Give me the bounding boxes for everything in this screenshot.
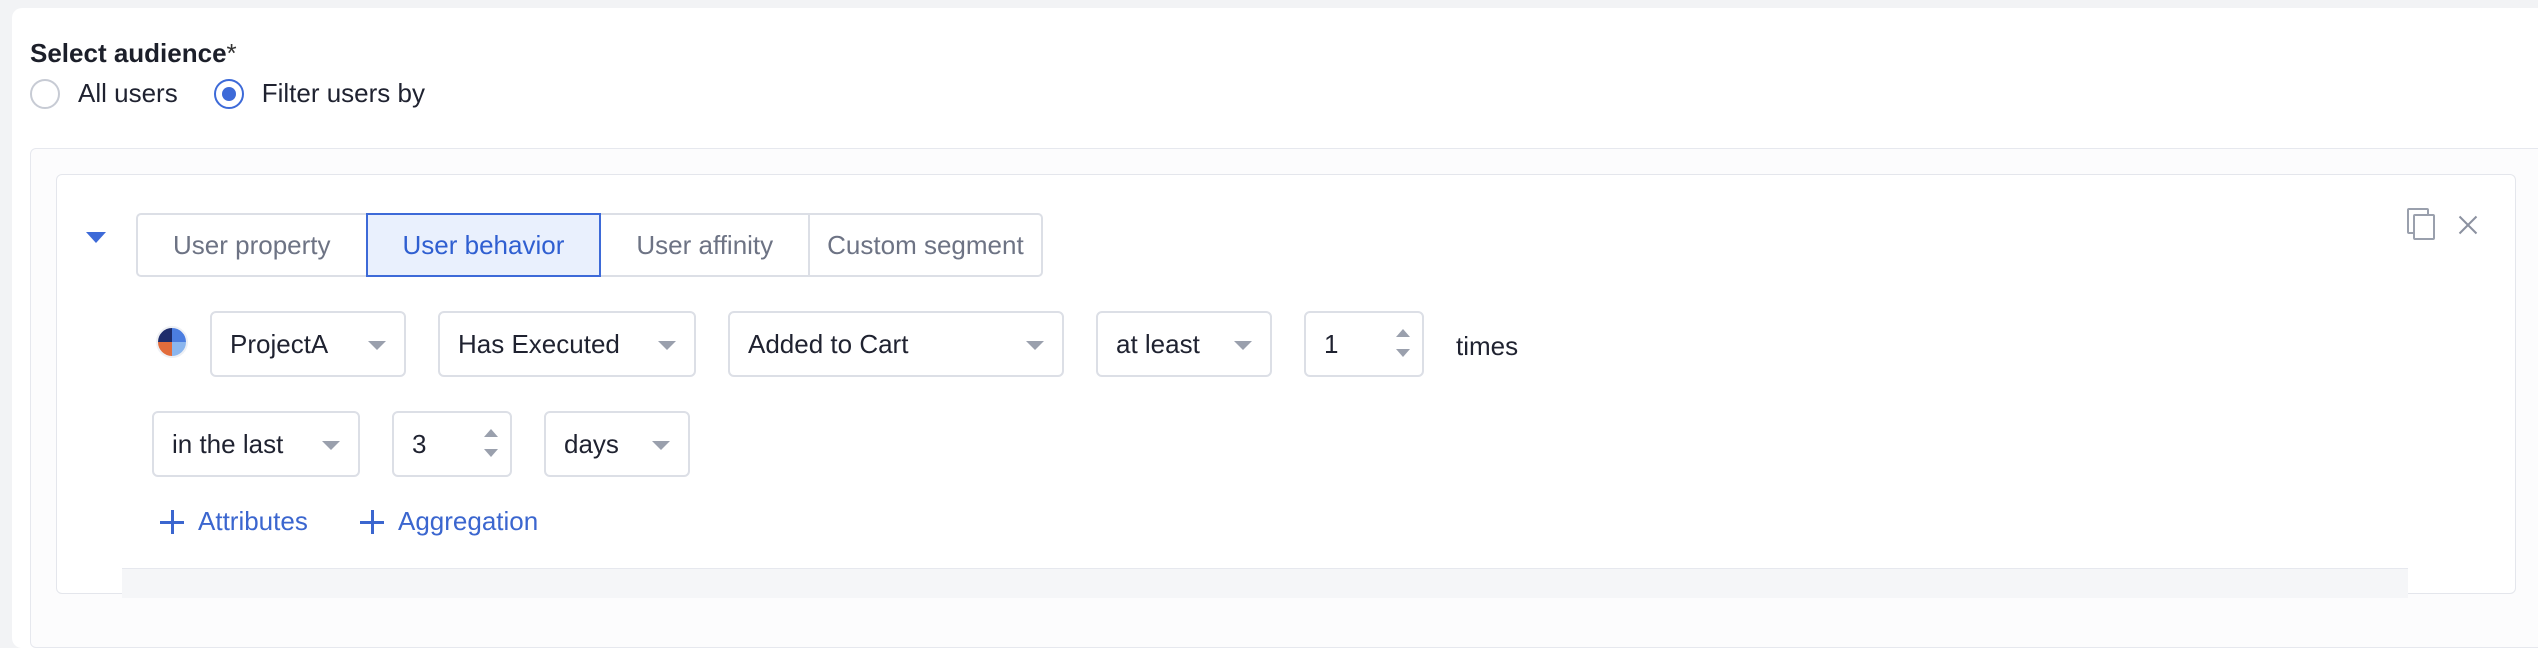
count-unit-label: times bbox=[1456, 331, 1519, 361]
stepper-arrows[interactable] bbox=[1396, 327, 1410, 365]
project-select[interactable]: ProjectA bbox=[210, 311, 406, 377]
add-attributes-button[interactable]: Attributes bbox=[160, 506, 308, 537]
count-stepper[interactable]: 1 bbox=[1304, 311, 1424, 377]
event-select-value: Added to Cart bbox=[748, 328, 909, 359]
copy-icon[interactable] bbox=[2404, 208, 2438, 242]
tab-custom-segment[interactable]: Custom segment bbox=[808, 213, 1043, 277]
chevron-down-icon bbox=[658, 341, 676, 350]
card-footer-strip bbox=[122, 568, 2408, 598]
chevron-down-icon bbox=[1234, 341, 1252, 350]
add-attributes-label: Attributes bbox=[198, 506, 308, 536]
audience-radio-group: All users Filter users by bbox=[30, 78, 461, 109]
condition-select[interactable]: Has Executed bbox=[438, 311, 696, 377]
required-mark: * bbox=[226, 38, 237, 68]
filter-type-tabs: User property User behavior User affinit… bbox=[136, 213, 1043, 277]
project-icon bbox=[156, 326, 188, 358]
radio-filter-users[interactable] bbox=[213, 78, 244, 109]
tab-user-behavior[interactable]: User behavior bbox=[365, 213, 602, 277]
time-range-select[interactable]: in the last bbox=[152, 411, 360, 477]
project-select-value: ProjectA bbox=[230, 328, 329, 359]
stepper-arrows[interactable] bbox=[484, 427, 498, 465]
plus-icon bbox=[160, 509, 184, 534]
chevron-down-icon bbox=[1026, 341, 1044, 350]
chevron-down-icon bbox=[322, 441, 340, 450]
radio-all-users-label[interactable]: All users bbox=[78, 78, 178, 109]
card-actions bbox=[2404, 208, 2500, 242]
count-stepper-value: 1 bbox=[1324, 328, 1339, 359]
stepper-down-icon[interactable] bbox=[1396, 349, 1410, 357]
radio-filter-users-label[interactable]: Filter users by bbox=[262, 78, 425, 109]
add-aggregation-button[interactable]: Aggregation bbox=[360, 506, 538, 537]
duration-unit-select[interactable]: days bbox=[544, 411, 690, 477]
stepper-down-icon[interactable] bbox=[484, 449, 498, 457]
duration-unit-select-value: days bbox=[564, 428, 619, 459]
duration-stepper[interactable]: 3 bbox=[392, 411, 512, 477]
add-aggregation-label: Aggregation bbox=[398, 506, 539, 536]
frequency-select[interactable]: at least bbox=[1096, 311, 1272, 377]
radio-all-users[interactable] bbox=[30, 78, 60, 109]
plus-icon bbox=[360, 509, 384, 534]
duration-stepper-value: 3 bbox=[412, 428, 427, 459]
chevron-down-icon bbox=[652, 441, 670, 450]
frequency-select-value: at least bbox=[1116, 328, 1200, 359]
time-range-select-value: in the last bbox=[172, 428, 284, 459]
tab-user-affinity[interactable]: User affinity bbox=[601, 213, 809, 277]
event-select[interactable]: Added to Cart bbox=[728, 311, 1064, 377]
collapse-caret-icon[interactable] bbox=[86, 232, 106, 243]
stepper-up-icon[interactable] bbox=[484, 429, 498, 437]
stepper-up-icon[interactable] bbox=[1396, 329, 1410, 337]
chevron-down-icon bbox=[368, 341, 386, 350]
condition-select-value: Has Executed bbox=[458, 328, 620, 359]
close-icon[interactable] bbox=[2452, 208, 2486, 242]
section-title: Select audience* bbox=[30, 38, 237, 68]
tab-user-property[interactable]: User property bbox=[136, 213, 366, 277]
